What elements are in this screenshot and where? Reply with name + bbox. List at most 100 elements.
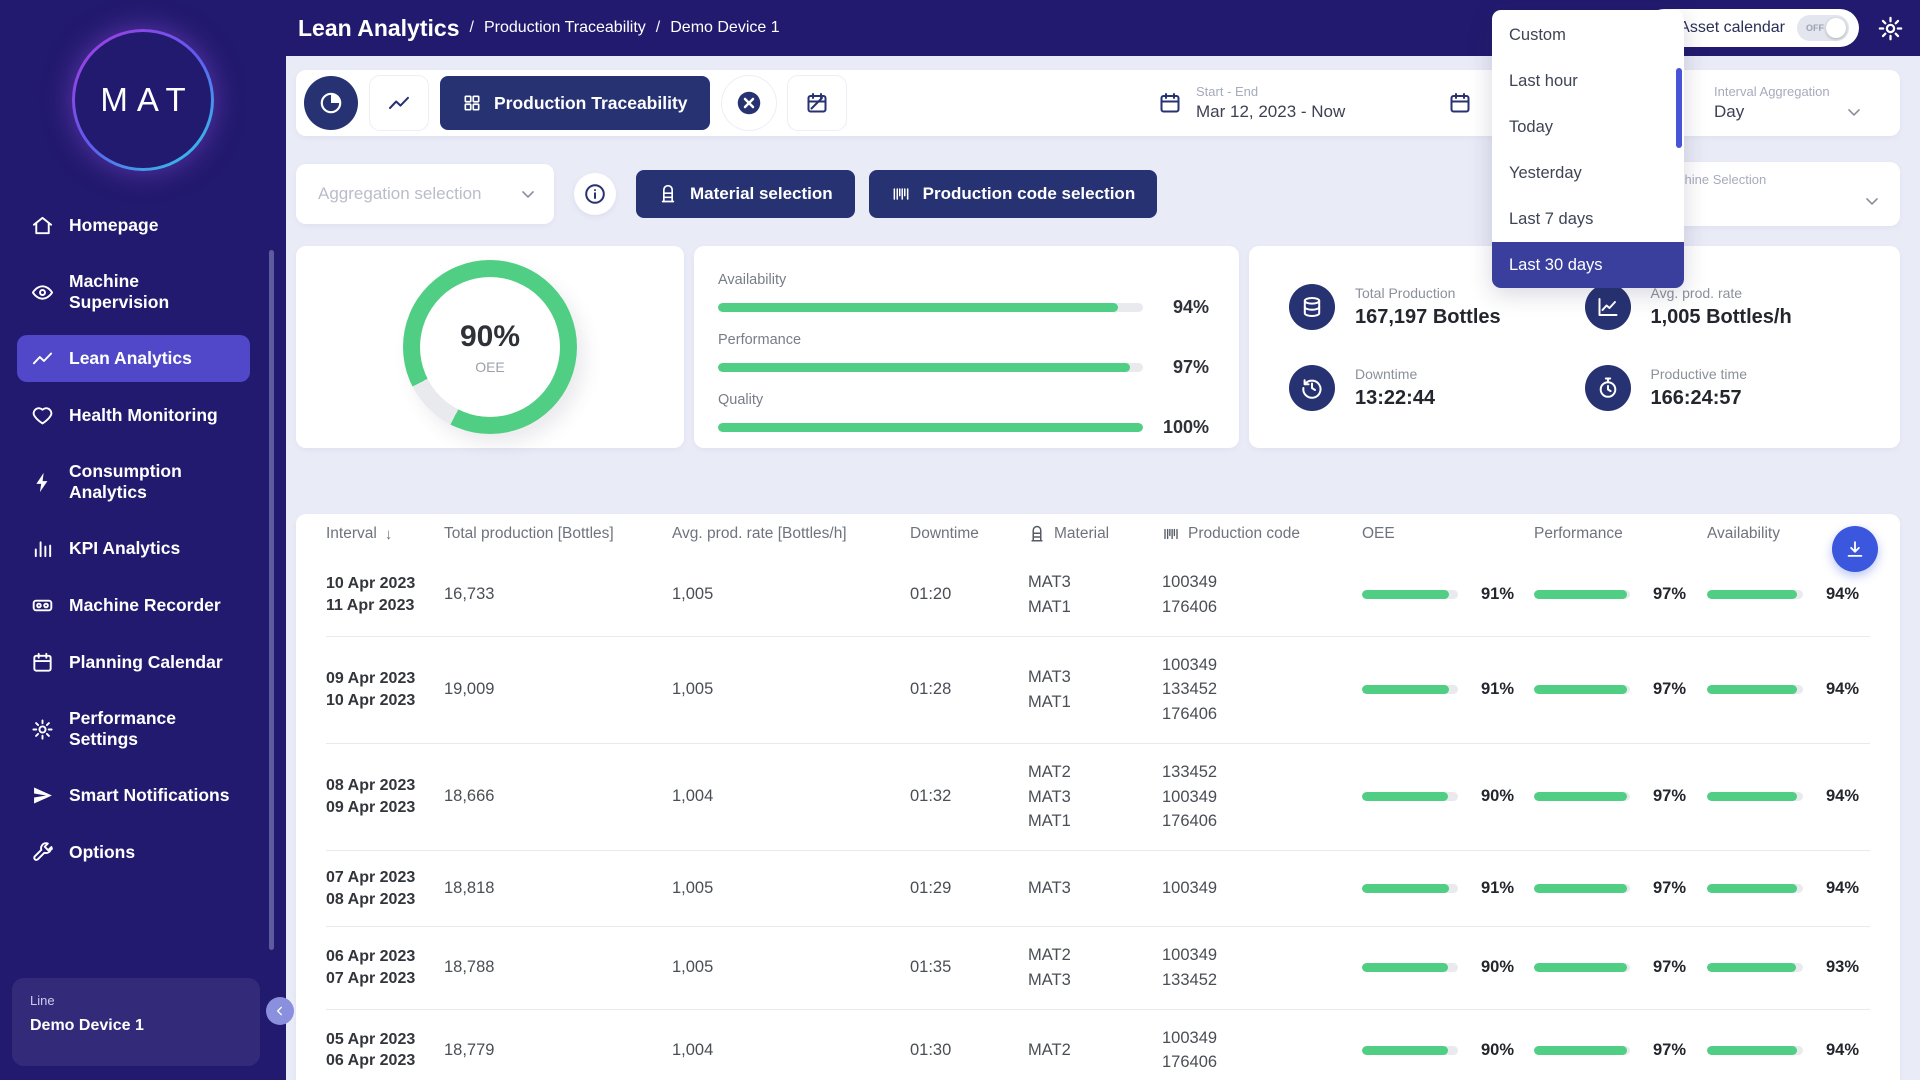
- interval-aggregation-select[interactable]: Interval Aggregation Day: [1714, 84, 1864, 122]
- eye-icon: [31, 281, 54, 304]
- cell-oee: 90%: [1362, 1041, 1534, 1060]
- oee-gauge: 90% OEE: [403, 260, 577, 434]
- date-range-menu-item[interactable]: Last hour: [1492, 58, 1684, 104]
- breadcrumb-item[interactable]: Demo Device 1: [670, 19, 779, 37]
- production-traceability-button[interactable]: Production Traceability: [440, 76, 710, 130]
- menu-scrollbar[interactable]: [1676, 68, 1682, 148]
- date-range-picker[interactable]: Start - End Mar 12, 2023 - Now: [1158, 84, 1345, 122]
- silo-icon: [1028, 525, 1046, 543]
- table-row[interactable]: 06 Apr 2023 07 Apr 2023 18,788 1,005 01:…: [326, 927, 1870, 1010]
- cell-oee: 91%: [1362, 585, 1534, 604]
- sidebar-item[interactable]: Options: [17, 829, 250, 876]
- cell-total-production: 19,009: [444, 680, 672, 699]
- table-row[interactable]: 05 Apr 2023 06 Apr 2023 18,779 1,004 01:…: [326, 1010, 1870, 1080]
- table-row[interactable]: 10 Apr 2023 11 Apr 2023 16,733 1,005 01:…: [326, 554, 1870, 637]
- sort-desc-icon[interactable]: ↓: [385, 526, 393, 543]
- cell-interval: 08 Apr 2023 09 Apr 2023: [326, 775, 444, 818]
- performance-bar-track: [1534, 1046, 1630, 1055]
- performance-bar-fill: [1534, 685, 1627, 694]
- clear-selection-button[interactable]: [722, 76, 776, 130]
- cell-interval: 05 Apr 2023 06 Apr 2023: [326, 1029, 444, 1072]
- material-selection-button[interactable]: Material selection: [636, 170, 855, 218]
- stat-icon-circle: [1289, 365, 1335, 411]
- stopwatch-icon: [1596, 376, 1620, 400]
- sidebar-item[interactable]: Machine Supervision: [17, 259, 250, 325]
- performance-percent: 97%: [1640, 585, 1686, 604]
- kpi-bar-track: [718, 363, 1143, 372]
- oee-percent: 90%: [1468, 958, 1514, 977]
- sidebar-item[interactable]: Planning Calendar: [17, 639, 250, 686]
- sidebar-item[interactable]: Machine Recorder: [17, 582, 250, 629]
- kpi-bar-track: [718, 423, 1143, 432]
- calendar-off-button[interactable]: [788, 76, 846, 130]
- availability-bar-fill: [1707, 590, 1797, 599]
- cell-avg-prod-rate: 1,005: [672, 958, 910, 977]
- oee-percent: 91%: [1468, 680, 1514, 699]
- gear-icon[interactable]: [1877, 15, 1904, 42]
- availability-bar-fill: [1707, 1046, 1797, 1055]
- brand-logo: MAT: [72, 29, 214, 171]
- performance-bar-track: [1534, 792, 1630, 801]
- sidebar-item-label: Planning Calendar: [69, 652, 223, 673]
- table-row[interactable]: 09 Apr 2023 10 Apr 2023 19,009 1,005 01:…: [326, 637, 1870, 744]
- kpi-bar-fill: [718, 423, 1143, 432]
- asset-calendar-toggle[interactable]: OFF: [1797, 15, 1849, 41]
- gear-icon: [31, 718, 54, 741]
- sidebar-item-label: Lean Analytics: [69, 348, 192, 369]
- sidebar-item[interactable]: Health Monitoring: [17, 392, 250, 439]
- table-row[interactable]: 07 Apr 2023 08 Apr 2023 18,818 1,005 01:…: [326, 851, 1870, 927]
- cell-material: MAT2 MAT3 MAT1: [1028, 760, 1162, 834]
- cell-availability: 94%: [1707, 585, 1870, 604]
- kpi-bar-group: Quality 100%: [718, 392, 1209, 438]
- table-row[interactable]: 08 Apr 2023 09 Apr 2023 18,666 1,004 01:…: [326, 744, 1870, 851]
- production-code-selection-button[interactable]: Production code selection: [869, 170, 1158, 218]
- asset-calendar-label: Asset calendar: [1679, 19, 1785, 37]
- sidebar-item[interactable]: Homepage: [17, 202, 250, 249]
- sidebar-scrollbar[interactable]: [269, 250, 274, 950]
- aggregation-select[interactable]: Aggregation selection: [296, 164, 554, 224]
- cell-total-production: 18,788: [444, 958, 672, 977]
- database-icon: [1300, 295, 1324, 319]
- cell-downtime: 01:32: [910, 787, 1028, 806]
- sidebar-item[interactable]: Performance Settings: [17, 696, 250, 762]
- date-range-menu-item[interactable]: Last 7 days: [1492, 196, 1684, 242]
- recorder-icon: [31, 594, 54, 617]
- column-interval[interactable]: Interval ↓: [326, 525, 444, 543]
- sidebar-item[interactable]: Lean Analytics: [17, 335, 250, 382]
- cell-production-code: 100349 176406: [1162, 570, 1362, 620]
- availability-bar-track: [1707, 685, 1803, 694]
- stat-value: 167,197 Bottles: [1355, 306, 1501, 329]
- date-range-menu-item[interactable]: Custom: [1492, 12, 1684, 58]
- table-header: Interval ↓ Total production [Bottles] Av…: [326, 514, 1870, 554]
- sidebar-item[interactable]: Consumption Analytics: [17, 449, 250, 515]
- xcircle-icon: [734, 88, 764, 118]
- oee-percent: 91%: [1468, 879, 1514, 898]
- sidebar-collapse-button[interactable]: [266, 997, 294, 1025]
- chevron-down-icon: [1844, 102, 1864, 122]
- sidebar-item[interactable]: Smart Notifications: [17, 772, 250, 819]
- line-view-button[interactable]: [370, 76, 428, 130]
- performance-bar-track: [1534, 685, 1630, 694]
- pie-view-button[interactable]: [304, 76, 358, 130]
- device-card[interactable]: Line Demo Device 1: [12, 978, 260, 1066]
- cell-avg-prod-rate: 1,005: [672, 585, 910, 604]
- sidebar-item-label: Options: [69, 842, 135, 863]
- date-range-menu-item[interactable]: Yesterday: [1492, 150, 1684, 196]
- date-range-menu-item[interactable]: Today: [1492, 104, 1684, 150]
- date-range-menu-item[interactable]: Last 30 days: [1492, 242, 1684, 288]
- cell-downtime: 01:35: [910, 958, 1028, 977]
- calendar-icon[interactable]: [1448, 91, 1472, 115]
- availability-percent: 94%: [1813, 680, 1859, 699]
- date-range-label: Start - End: [1196, 84, 1345, 99]
- download-button[interactable]: [1832, 526, 1878, 572]
- stat-label: Productive time: [1651, 366, 1747, 382]
- performance-bar-track: [1534, 590, 1630, 599]
- performance-bar-fill: [1534, 884, 1627, 893]
- availability-bar-track: [1707, 792, 1803, 801]
- kpi-bar-group: Performance 97%: [718, 332, 1209, 378]
- oee-label: OEE: [475, 359, 505, 375]
- aggregation-placeholder: Aggregation selection: [318, 184, 482, 204]
- info-button[interactable]: [574, 173, 616, 215]
- sidebar-item[interactable]: KPI Analytics: [17, 525, 250, 572]
- breadcrumb-item[interactable]: Production Traceability: [484, 19, 646, 37]
